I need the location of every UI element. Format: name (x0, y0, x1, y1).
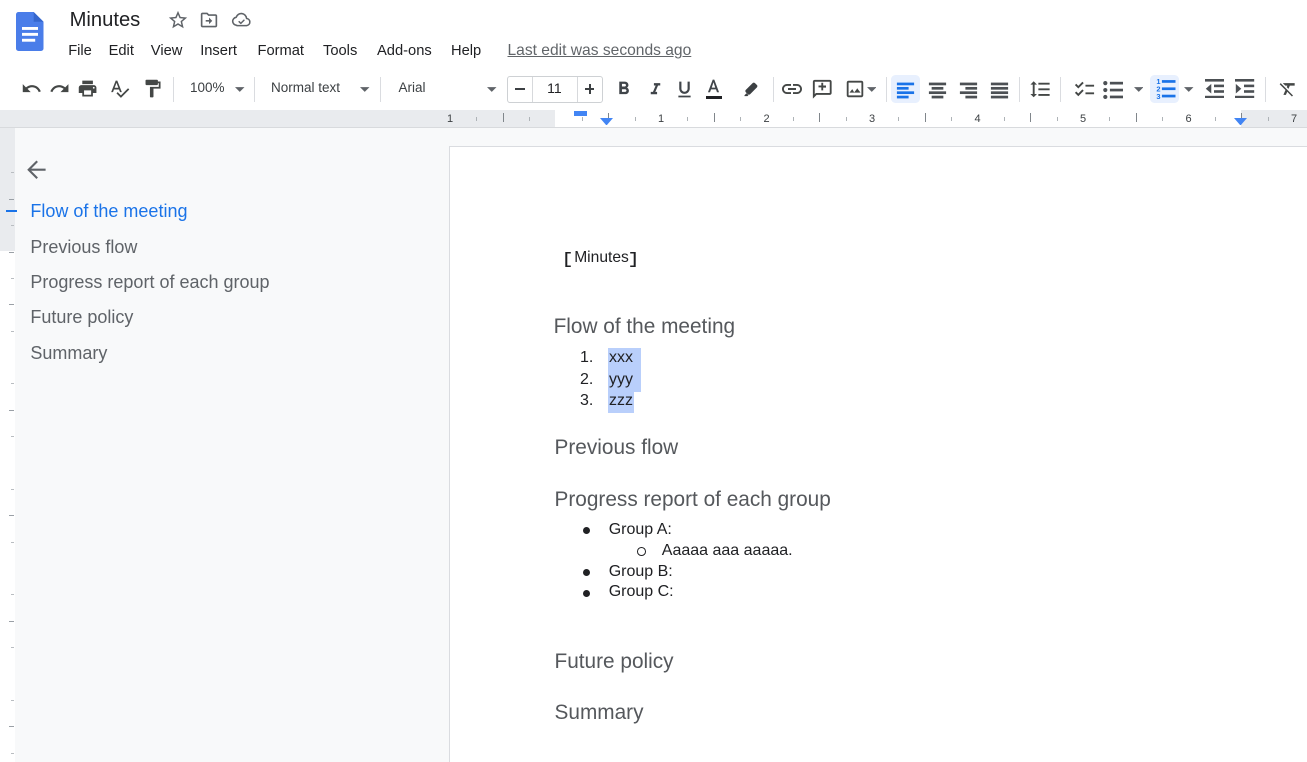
svg-text:3: 3 (1157, 92, 1161, 100)
